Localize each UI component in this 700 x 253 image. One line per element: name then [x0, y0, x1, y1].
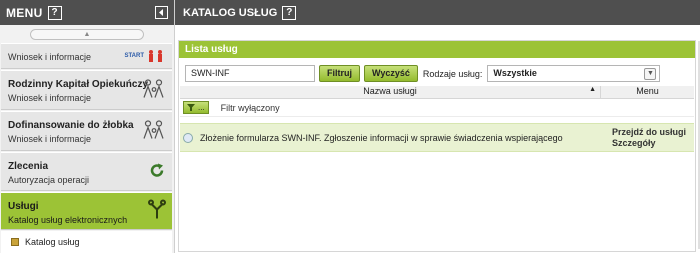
service-type-label: Rodzaje usług: [422, 68, 483, 79]
service-name: Złożenie formularza SWN-INF. Zgłoszenie … [200, 132, 563, 143]
family-icon [142, 120, 166, 143]
services-icon [148, 199, 166, 223]
menu-header: MENU ? [0, 0, 174, 25]
row-radio[interactable] [183, 132, 193, 143]
services-panel: Lista usług SWN-INF Filtruj Wyczyść Rodz… [178, 40, 696, 252]
column-header-name[interactable]: Nazwa usługi ▲ [180, 86, 600, 98]
filter-options-button[interactable]: ... [183, 101, 209, 114]
clear-button[interactable]: Wyczyść [364, 65, 418, 82]
table-row[interactable]: Złożenie formularza SWN-INF. Zgłoszenie … [180, 123, 694, 152]
search-input[interactable]: SWN-INF [185, 65, 315, 82]
menu-item-zlecenia[interactable]: Zlecenia Autoryzacja operacji [1, 152, 172, 191]
filter-bar: SWN-INF Filtruj Wyczyść Rodzaje usług: W… [185, 65, 661, 82]
menu-title: MENU [6, 5, 43, 20]
panel-title: Lista usług [179, 41, 695, 58]
service-type-select[interactable]: Wszystkie ▼ [487, 65, 661, 82]
details-link[interactable]: Szczegóły [612, 138, 686, 149]
menu-item-uslugi[interactable]: Usługi Katalog usług elektronicznych [1, 192, 172, 230]
scroll-up-button[interactable]: ▲ [30, 28, 144, 40]
sub-item-label: Katalog usług [25, 237, 80, 247]
menu-help-icon[interactable]: ? [47, 5, 62, 20]
sort-asc-icon[interactable]: ▲ [589, 86, 596, 93]
family-icon [142, 79, 166, 102]
menu-item-rko[interactable]: Rodzinny Kapitał Opiekuńczy Wniosek i in… [1, 70, 172, 110]
main-content: KATALOG USŁUG ? Lista usług SWN-INF Filt… [175, 0, 700, 253]
bullet-icon [11, 238, 19, 246]
column-header-menu: Menu [600, 86, 694, 98]
row-menu: Przejdź do usługi Szczegóły [612, 127, 686, 149]
start-family-icon: START [124, 49, 166, 63]
filter-status: Filtr wyłączony [220, 102, 280, 113]
catalog-header: KATALOG USŁUG ? [175, 0, 700, 25]
filter-button[interactable]: Filtruj [319, 65, 360, 82]
start-badge: START [124, 53, 144, 59]
service-type-value: Wszystkie [493, 68, 537, 78]
page-title: KATALOG USŁUG [183, 6, 278, 19]
collapse-menu-button[interactable] [155, 6, 168, 19]
sub-item-katalog[interactable]: Katalog usług [1, 231, 172, 253]
filter-icon [187, 104, 195, 111]
chevron-down-icon[interactable]: ▼ [644, 68, 657, 80]
menu-item-zlobek[interactable]: Dofinansowanie do żłobka Wniosek i infor… [1, 111, 172, 151]
table-header: Nazwa usługi ▲ Menu [180, 86, 694, 99]
goto-service-link[interactable]: Przejdź do usługi [612, 127, 686, 138]
menu-item-start[interactable]: Wniosek i informacje START [1, 43, 172, 69]
menu-sidebar: MENU ? ▲ Wniosek i informacje START Rodz… [0, 0, 175, 253]
catalog-help-icon[interactable]: ? [282, 5, 297, 20]
table-toolbar: ... Filtr wyłączony [180, 99, 694, 117]
services-table: Nazwa usługi ▲ Menu ... Filtr wyłączony … [180, 86, 694, 152]
chevron-left-icon [159, 9, 163, 16]
refresh-icon [148, 161, 166, 182]
